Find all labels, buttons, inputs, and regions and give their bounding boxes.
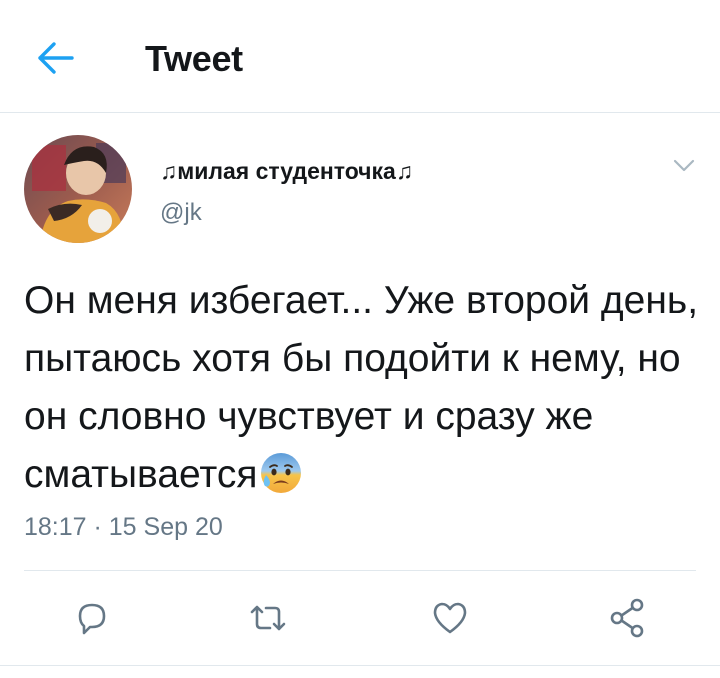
avatar[interactable] — [24, 135, 132, 243]
retweet-icon[interactable] — [246, 596, 290, 640]
page-title: Tweet — [145, 38, 243, 79]
chevron-down-icon[interactable] — [672, 158, 696, 174]
bottom-divider — [0, 665, 720, 666]
share-icon[interactable] — [606, 596, 650, 640]
tweet-text-body: Он меня избегает... Уже второй день, пыт… — [24, 279, 699, 496]
header-divider — [0, 112, 720, 113]
author-handle[interactable]: @jk — [160, 199, 202, 227]
author-name[interactable]: ♫милая студенточка♫ — [160, 158, 413, 185]
reply-icon[interactable] — [70, 596, 114, 640]
top-bar: Tweet — [0, 0, 720, 112]
heart-icon[interactable] — [428, 596, 472, 640]
back-arrow-icon[interactable] — [36, 40, 76, 76]
tweet-text: Он меня избегает... Уже второй день, пыт… — [24, 272, 704, 504]
anxious-face-emoji-icon — [259, 451, 303, 495]
tweet-timestamp: 18:17 · 15 Sep 20 — [24, 513, 223, 541]
actions-divider — [24, 570, 696, 571]
